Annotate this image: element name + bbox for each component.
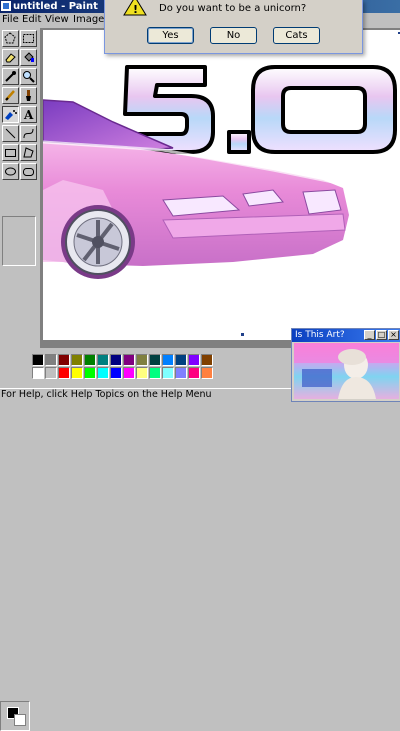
warning-icon: !	[123, 0, 147, 16]
free-select-icon[interactable]	[2, 30, 19, 47]
menu-image[interactable]: Image	[73, 14, 104, 26]
status-text: For Help, click Help Topics on the Help …	[1, 389, 212, 400]
eraser-icon[interactable]	[2, 49, 19, 66]
vaporwave-art-image	[294, 343, 399, 399]
dialog-message: Do you want to be a unicorn?	[159, 3, 307, 14]
rectangle-tool-icon[interactable]	[2, 144, 19, 161]
menu-file[interactable]: File	[2, 14, 19, 26]
color-swatch[interactable]	[45, 354, 57, 366]
unicorn-dialog: ! Do you want to be a unicorn? Yes No Ca…	[104, 0, 363, 54]
color-swatch[interactable]	[110, 367, 122, 379]
menu-view[interactable]: View	[45, 14, 69, 26]
color-swatch[interactable]	[97, 354, 109, 366]
color-swatch[interactable]	[45, 367, 57, 379]
color-swatch[interactable]	[201, 367, 213, 379]
fill-bucket-icon[interactable]	[20, 49, 37, 66]
minimize-icon[interactable]: _	[364, 330, 375, 340]
color-swatch[interactable]	[162, 367, 174, 379]
svg-text:A: A	[23, 108, 34, 121]
yes-button[interactable]: Yes	[147, 27, 194, 44]
color-swatch[interactable]	[123, 354, 135, 366]
color-swatch[interactable]	[136, 367, 148, 379]
maximize-icon[interactable]: □	[376, 330, 387, 340]
curve-tool-icon[interactable]	[20, 125, 37, 142]
close-icon[interactable]: ×	[388, 330, 399, 340]
tool-options-box[interactable]	[2, 216, 36, 266]
window-title: untitled - Paint	[13, 1, 98, 12]
airbrush-icon[interactable]	[2, 106, 19, 123]
color-swatch[interactable]	[32, 354, 44, 366]
color-swatch[interactable]	[188, 367, 200, 379]
color-swatch[interactable]	[84, 354, 96, 366]
text-tool-icon[interactable]: A	[20, 106, 37, 123]
color-swatch[interactable]	[58, 367, 70, 379]
color-swatch[interactable]	[188, 354, 200, 366]
color-swatch[interactable]	[71, 367, 83, 379]
five-point-oh-lettering	[121, 65, 397, 154]
pencil-icon[interactable]	[2, 87, 19, 104]
current-colors[interactable]	[0, 701, 30, 731]
line-tool-icon[interactable]	[2, 125, 19, 142]
color-swatch[interactable]	[136, 354, 148, 366]
color-swatch[interactable]	[97, 367, 109, 379]
color-swatch[interactable]	[149, 354, 161, 366]
color-picker-icon[interactable]	[2, 68, 19, 85]
color-swatch[interactable]	[162, 354, 174, 366]
background-color	[14, 714, 26, 726]
color-swatch[interactable]	[123, 367, 135, 379]
color-swatch[interactable]	[32, 367, 44, 379]
mini-title-bar[interactable]: Is This Art? _ □ ×	[292, 329, 400, 342]
bust-statue-image	[294, 343, 399, 399]
menu-edit[interactable]: Edit	[22, 14, 41, 26]
color-swatch[interactable]	[149, 367, 161, 379]
mini-window-title: Is This Art?	[295, 330, 345, 340]
rect-select-icon[interactable]	[20, 30, 37, 47]
color-swatch[interactable]	[175, 367, 187, 379]
ellipse-tool-icon[interactable]	[2, 163, 19, 180]
polygon-tool-icon[interactable]	[20, 144, 37, 161]
brush-icon[interactable]	[20, 87, 37, 104]
drawing-canvas[interactable]	[43, 30, 400, 340]
color-swatch[interactable]	[201, 354, 213, 366]
pink-car-artwork	[43, 32, 400, 336]
paint-app-icon	[1, 1, 11, 11]
no-button[interactable]: No	[210, 27, 257, 44]
toolbox: A	[0, 28, 40, 266]
magnifier-icon[interactable]	[20, 68, 37, 85]
color-swatch[interactable]	[58, 354, 70, 366]
cats-button[interactable]: Cats	[273, 27, 320, 44]
color-swatch[interactable]	[175, 354, 187, 366]
svg-text:!: !	[133, 3, 138, 16]
rounded-rect-tool-icon[interactable]	[20, 163, 37, 180]
is-this-art-window: Is This Art? _ □ ×	[291, 328, 400, 402]
color-swatch[interactable]	[110, 354, 122, 366]
color-swatch[interactable]	[84, 367, 96, 379]
color-swatch[interactable]	[71, 354, 83, 366]
